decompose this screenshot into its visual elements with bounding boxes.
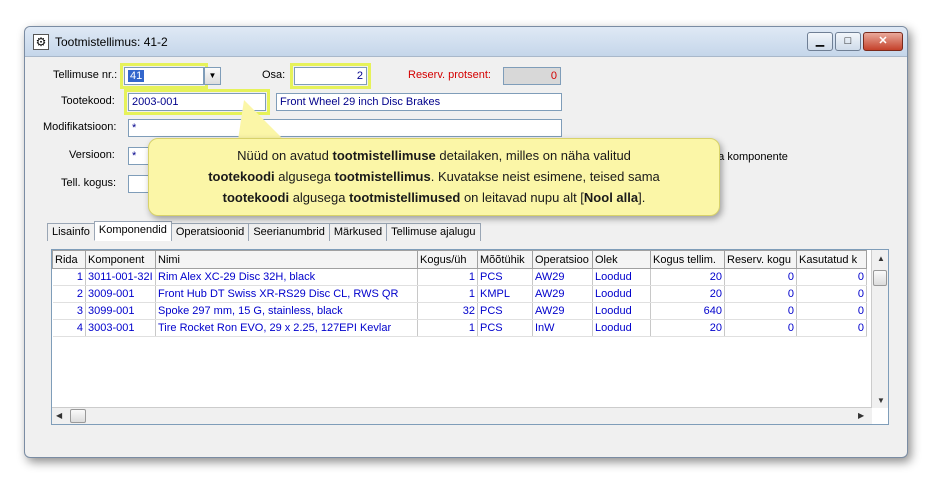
cell-olek: Loodud xyxy=(592,319,651,337)
cell-olek: Loodud xyxy=(592,285,651,303)
tab-tellimuse-ajalugu[interactable]: Tellimuse ajalugu xyxy=(386,223,481,241)
cell-nimi: Tire Rocket Ron EVO, 29 x 2.25, 127EPI K… xyxy=(155,319,418,337)
horizontal-scrollbar[interactable]: ◀ ▶ xyxy=(52,407,872,424)
part-label: Osa: xyxy=(262,69,286,81)
col-kogus-tellim[interactable]: Kogus tellim. xyxy=(650,250,725,269)
tab-komponendid[interactable]: Komponendid xyxy=(93,221,172,241)
cell-mootuhik: PCS xyxy=(477,302,533,320)
scroll-left-icon[interactable]: ◀ xyxy=(56,411,62,420)
order-no-label: Tellimuse nr.: xyxy=(53,69,118,81)
scroll-up-icon[interactable]: ▲ xyxy=(877,254,885,263)
cell-reserv-kogus: 0 xyxy=(724,302,797,320)
part-field[interactable]: 2 xyxy=(290,63,371,89)
cell-kogus-tellim: 20 xyxy=(650,268,725,286)
reserve-field[interactable]: 0 xyxy=(503,67,561,85)
cell-rida: 2 xyxy=(52,285,86,303)
product-name-field[interactable]: Front Wheel 29 inch Disc Brakes xyxy=(276,93,562,111)
cell-nimi: Front Hub DT Swiss XR-RS29 Disc CL, RWS … xyxy=(155,285,418,303)
order-no-value: 41 xyxy=(128,70,145,82)
minimize-button[interactable]: ▁ xyxy=(807,32,833,51)
scroll-right-icon[interactable]: ▶ xyxy=(858,411,864,420)
cell-kasutatud: 0 xyxy=(796,285,867,303)
order-no-dropdown-button[interactable]: ▼ xyxy=(204,67,221,85)
cell-komponent: 3011-001-32I xyxy=(85,268,156,286)
col-kogus-uh[interactable]: Kogus/üh xyxy=(417,250,478,269)
col-operatsioon[interactable]: Operatsioo xyxy=(532,250,593,269)
cell-mootuhik: PCS xyxy=(477,319,533,337)
cell-kasutatud: 0 xyxy=(796,268,867,286)
cell-kogus-uh: 32 xyxy=(417,302,478,320)
table-row[interactable]: 4 3003-001 Tire Rocket Ron EVO, 29 x 2.2… xyxy=(52,319,867,337)
cell-olek: Loodud xyxy=(592,268,651,286)
vertical-scroll-thumb[interactable] xyxy=(873,270,887,286)
table-row[interactable]: 3 3099-001 Spoke 297 mm, 15 G, stainless… xyxy=(52,302,867,320)
cell-komponent: 3003-001 xyxy=(85,319,156,337)
cell-rida: 3 xyxy=(52,302,86,320)
table-row[interactable]: 1 3011-001-32I Rim Alex XC-29 Disc 32H, … xyxy=(52,268,867,286)
cell-kogus-tellim: 640 xyxy=(650,302,725,320)
tab-markused[interactable]: Märkused xyxy=(328,223,388,241)
help-callout: Nüüd on avatud tootmistellimuse detailak… xyxy=(148,138,720,216)
maximize-button[interactable]: □ xyxy=(835,32,861,51)
col-olek[interactable]: Olek xyxy=(592,250,651,269)
cell-kogus-uh: 1 xyxy=(417,268,478,286)
horizontal-scroll-thumb[interactable] xyxy=(70,409,86,423)
scroll-down-icon[interactable]: ▼ xyxy=(877,396,885,405)
callout-pointer xyxy=(238,100,284,140)
cell-kogus-uh: 1 xyxy=(417,319,478,337)
table-row[interactable]: 2 3009-001 Front Hub DT Swiss XR-RS29 Di… xyxy=(52,285,867,303)
product-code-label: Tootekood: xyxy=(61,95,115,107)
col-mootuhik[interactable]: Mõõtühik xyxy=(477,250,533,269)
side-text: ata komponente xyxy=(709,151,788,163)
modification-field[interactable]: * xyxy=(128,119,562,137)
cell-kasutatud: 0 xyxy=(796,302,867,320)
window-title: Tootmistellimus: 41-2 xyxy=(55,35,168,49)
cell-kogus-uh: 1 xyxy=(417,285,478,303)
tab-operatsioonid[interactable]: Operatsioonid xyxy=(170,223,250,241)
table-header-row: Rida Komponent Nimi Kogus/üh Mõõtühik Op… xyxy=(52,250,867,269)
order-no-combo[interactable]: 41 xyxy=(120,63,208,89)
cell-olek: Loodud xyxy=(592,302,651,320)
vertical-scrollbar[interactable]: ▲ ▼ xyxy=(871,250,888,408)
cell-reserv-kogus: 0 xyxy=(724,268,797,286)
components-grid[interactable]: Rida Komponent Nimi Kogus/üh Mõõtühik Op… xyxy=(51,249,889,425)
cell-reserv-kogus: 0 xyxy=(724,285,797,303)
cell-operatsioon: InW xyxy=(532,319,593,337)
cell-nimi: Rim Alex XC-29 Disc 32H, black xyxy=(155,268,418,286)
cell-rida: 1 xyxy=(52,268,86,286)
close-button[interactable]: ✕ xyxy=(863,32,903,51)
version-label: Versioon: xyxy=(69,149,115,161)
cell-kogus-tellim: 20 xyxy=(650,319,725,337)
reserve-label: Reserv. protsent: xyxy=(408,69,491,81)
callout-line-1: Nüüd on avatud tootmistellimuse detailak… xyxy=(237,148,631,163)
order-window: ⚙ Tootmistellimus: 41-2 ▁ □ ✕ Tellimuse … xyxy=(24,26,908,458)
callout-line-3: tootekoodi algusega tootmistellimused on… xyxy=(222,190,646,205)
cell-operatsioon: AW29 xyxy=(532,268,593,286)
cell-rida: 4 xyxy=(52,319,86,337)
cell-mootuhik: KMPL xyxy=(477,285,533,303)
cell-kogus-tellim: 20 xyxy=(650,285,725,303)
cell-operatsioon: AW29 xyxy=(532,302,593,320)
cell-mootuhik: PCS xyxy=(477,268,533,286)
app-gear-icon: ⚙ xyxy=(33,34,49,50)
quantity-label: Tell. kogus: xyxy=(61,177,117,189)
col-komponent[interactable]: Komponent xyxy=(85,250,156,269)
cell-operatsioon: AW29 xyxy=(532,285,593,303)
cell-nimi: Spoke 297 mm, 15 G, stainless, black xyxy=(155,302,418,320)
components-table: Rida Komponent Nimi Kogus/üh Mõõtühik Op… xyxy=(52,250,867,337)
tab-lisainfo[interactable]: Lisainfo xyxy=(47,223,95,241)
modification-label: Modifikatsioon: xyxy=(43,121,117,133)
cell-reserv-kogus: 0 xyxy=(724,319,797,337)
col-kasutatud[interactable]: Kasutatud k xyxy=(796,250,867,269)
tab-seerianumbrid[interactable]: Seerianumbrid xyxy=(248,223,330,241)
callout-line-2: tootekoodi algusega tootmistellimus. Kuv… xyxy=(208,169,660,184)
cell-kasutatud: 0 xyxy=(796,319,867,337)
cell-komponent: 3099-001 xyxy=(85,302,156,320)
cell-komponent: 3009-001 xyxy=(85,285,156,303)
col-reserv-kogus[interactable]: Reserv. kogu xyxy=(724,250,797,269)
title-bar[interactable]: ⚙ Tootmistellimus: 41-2 ▁ □ ✕ xyxy=(25,27,907,57)
tab-strip: Lisainfo Komponendid Operatsioonid Seeri… xyxy=(47,221,481,241)
col-rida[interactable]: Rida xyxy=(52,250,86,269)
col-nimi[interactable]: Nimi xyxy=(155,250,418,269)
